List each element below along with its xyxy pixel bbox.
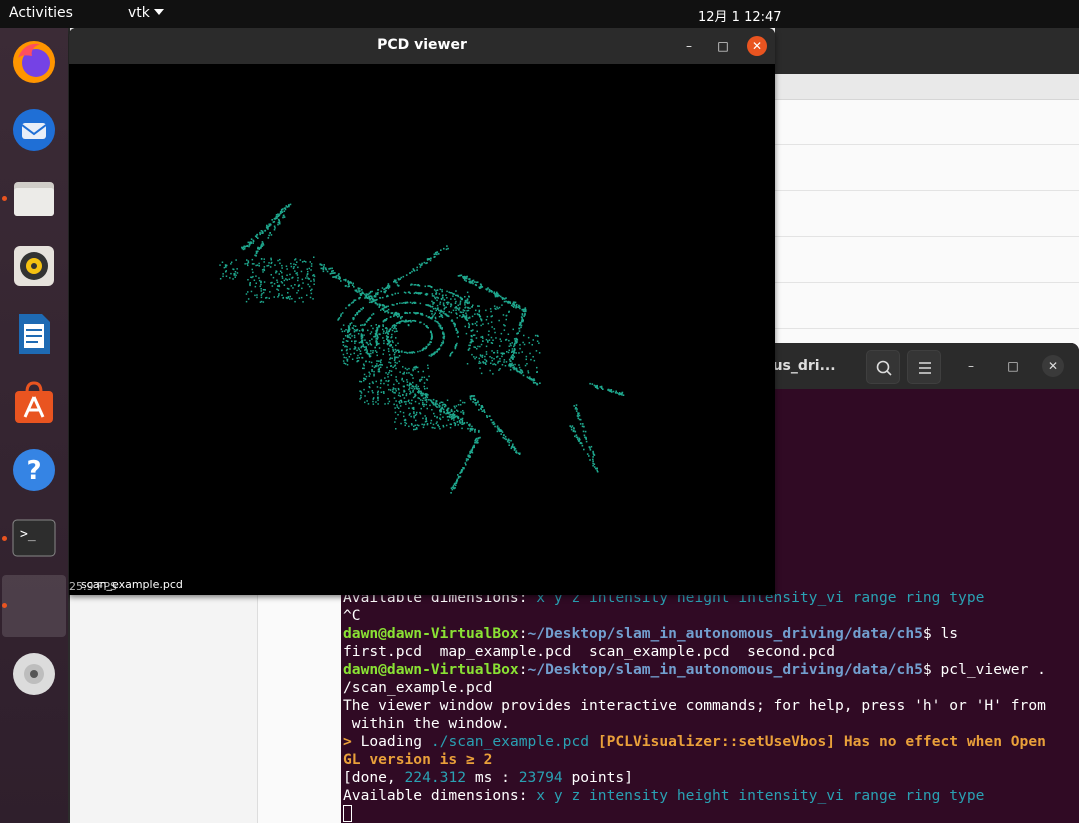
terminal-text: within the window. — [343, 715, 510, 732]
help-icon: ? — [13, 449, 55, 491]
files-icon — [14, 182, 54, 216]
dock-terminal[interactable]: >_ — [2, 512, 60, 564]
dock-files[interactable] — [2, 172, 60, 224]
cloud-filename: scan_example.pcd — [81, 578, 183, 591]
list-row-divider — [775, 236, 1079, 237]
dock-vtk-window[interactable] — [2, 575, 66, 637]
terminal-maximize-button[interactable]: □ — [1002, 355, 1024, 377]
terminal-line: GL version is ≥ 2 — [343, 751, 1077, 769]
list-row-divider — [775, 282, 1079, 283]
running-indicator — [2, 196, 7, 201]
terminal-text: dawn@dawn-VirtualBox — [343, 625, 519, 642]
speaker-icon — [14, 246, 54, 286]
terminal-text: $ ls — [922, 625, 959, 642]
terminal-text: ./scan_example.pcd — [430, 733, 590, 750]
dock: ? >_ — [0, 28, 68, 823]
top-bar: Activities vtk 12月 1 12:47 — [0, 0, 1079, 28]
terminal-line: dawn@dawn-VirtualBox:~/Desktop/slam_in_a… — [343, 625, 1077, 643]
terminal-text: points] — [562, 769, 633, 786]
dock-rhythmbox[interactable] — [8, 240, 60, 292]
list-row-divider — [775, 190, 1079, 191]
terminal-close-button[interactable]: ✕ — [1042, 355, 1064, 377]
dock-help[interactable]: ? — [8, 444, 60, 496]
terminal-text: ms : — [466, 769, 519, 786]
hamburger-icon — [919, 362, 931, 374]
dock-dvd[interactable] — [8, 648, 60, 700]
terminal-icon: >_ — [12, 519, 56, 557]
dock-thunderbird[interactable] — [8, 104, 60, 156]
pcd-viewer-header[interactable]: PCD viewer – □ ✕ — [69, 28, 775, 64]
terminal-search-button[interactable] — [866, 350, 900, 384]
pcd-viewer-title: PCD viewer — [377, 37, 467, 53]
terminal-text: $ pcl_viewer . — [922, 661, 1046, 678]
background-window-sidebar — [70, 594, 258, 823]
firefox-icon — [13, 41, 55, 83]
terminal-line: > Loading ./scan_example.pcd [PCLVisuali… — [343, 733, 1077, 751]
terminal-line: Available dimensions: x y z intensity he… — [343, 787, 1077, 805]
dock-firefox[interactable] — [8, 36, 60, 88]
app-menu-label: vtk — [128, 5, 150, 21]
document-icon — [19, 314, 50, 354]
app-menu[interactable]: vtk — [128, 5, 164, 21]
terminal-text: GL version is ≥ 2 — [343, 751, 493, 768]
viewer-close-button[interactable]: ✕ — [747, 36, 767, 56]
dock-writer[interactable] — [8, 308, 60, 360]
terminal-text: ^C — [343, 607, 361, 624]
terminal-text: 224.312 — [404, 769, 467, 786]
running-indicator — [2, 603, 7, 608]
terminal-line: ^C — [343, 607, 1077, 625]
shopping-bag-icon — [15, 381, 53, 423]
terminal-text: first.pcd map_example.pcd scan_example.p… — [343, 643, 836, 660]
list-row-divider — [775, 328, 1079, 329]
terminal-text: : — [518, 661, 528, 678]
dock-software[interactable] — [8, 376, 60, 428]
terminal-text: dawn@dawn-VirtualBox — [343, 661, 519, 678]
pcd-viewer-window[interactable]: PCD viewer – □ ✕ 25.9 FPS scan_example.p… — [69, 28, 775, 595]
terminal-line: /scan_example.pcd — [343, 679, 1077, 697]
terminal-text: : — [518, 625, 528, 642]
activities-button[interactable]: Activities — [9, 5, 73, 21]
terminal-line: [done, 224.312 ms : 23794 points] — [343, 769, 1077, 787]
point-cloud-canvas[interactable] — [69, 64, 775, 595]
terminal-text: /scan_example.pcd — [343, 679, 493, 696]
terminal-line: dawn@dawn-VirtualBox:~/Desktop/slam_in_a… — [343, 661, 1077, 679]
caret-down-icon — [153, 9, 164, 15]
terminal-text: > — [343, 733, 361, 750]
terminal-text: Available dimensions: — [343, 787, 537, 804]
point-cloud — [219, 203, 625, 494]
clock[interactable]: 12月 1 12:47 — [698, 6, 782, 25]
terminal-text: ~/Desktop/slam_in_autonomous_driving/dat… — [527, 661, 923, 678]
terminal-minimize-button[interactable]: – — [960, 355, 982, 377]
terminal-cursor-line — [343, 805, 1077, 823]
running-indicator — [2, 536, 7, 541]
terminal-line: first.pcd map_example.pcd scan_example.p… — [343, 643, 1077, 661]
terminal-text: 23794 — [518, 769, 563, 786]
terminal-cursor — [343, 805, 352, 822]
viewer-maximize-button[interactable]: □ — [713, 36, 733, 56]
desktop: nous_dri... – □ ✕ ader::read] Could not … — [0, 0, 1079, 823]
background-window-column-header — [775, 74, 1079, 100]
terminal-text: [PCLVisualizer::setUseVbos] Has no effec… — [589, 733, 1046, 750]
terminal-line: within the window. — [343, 715, 1077, 733]
terminal-menu-button[interactable] — [907, 350, 941, 384]
list-row-divider — [775, 144, 1079, 145]
terminal-line: The viewer window provides interactive c… — [343, 697, 1077, 715]
svg-text:>_: >_ — [20, 527, 36, 542]
terminal-text: x y z intensity height intensity_vi rang… — [536, 787, 985, 804]
thunderbird-icon — [13, 109, 55, 151]
terminal-text: ~/Desktop/slam_in_autonomous_driving/dat… — [527, 625, 923, 642]
terminal-text: [done, — [343, 769, 405, 786]
background-window-header[interactable] — [775, 28, 1079, 74]
terminal-text: The viewer window provides interactive c… — [343, 697, 1046, 714]
terminal-text: Loading — [360, 733, 431, 750]
svg-text:?: ? — [26, 456, 41, 486]
search-icon — [876, 360, 892, 376]
viewer-minimize-button[interactable]: – — [679, 36, 699, 56]
disc-icon — [13, 653, 55, 695]
